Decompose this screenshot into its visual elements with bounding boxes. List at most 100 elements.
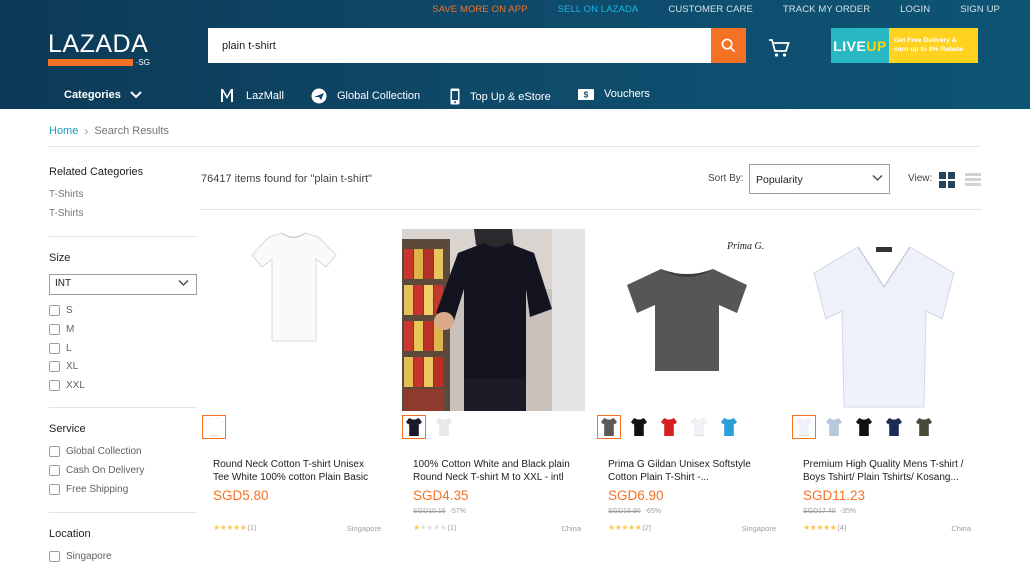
product-card[interactable]: Prima G. Prima G Gildan Unisex Softstyle… [597, 229, 780, 533]
liveup-logo: LIVE UP [833, 37, 887, 54]
checkbox[interactable] [49, 361, 60, 372]
link-customer-care[interactable]: CUSTOMER CARE [668, 4, 753, 18]
nav-global-collection[interactable]: Global Collection [311, 88, 420, 104]
size-option-xl[interactable]: XL [49, 361, 78, 372]
color-swatch[interactable] [717, 415, 741, 439]
size-option-m[interactable]: M [49, 324, 74, 335]
color-swatch[interactable] [912, 415, 936, 439]
product-image[interactable] [402, 229, 585, 411]
lazmall-icon [220, 88, 236, 103]
divider [49, 236, 197, 237]
link-login[interactable]: LOGIN [900, 4, 930, 18]
checkbox[interactable] [49, 305, 60, 316]
svg-text:$: $ [584, 90, 589, 99]
original-price: SGD17.40 [803, 508, 836, 515]
search-button[interactable] [711, 28, 746, 63]
checkbox[interactable] [49, 324, 60, 335]
size-option-l[interactable]: L [49, 343, 72, 354]
product-card[interactable]: Premium High Quality Mens T-shirt / Boys… [792, 229, 975, 533]
product-image[interactable] [792, 229, 975, 411]
product-location: Singapore [346, 524, 381, 533]
location-filter-title: Location [49, 528, 91, 540]
checkbox[interactable] [49, 446, 60, 457]
size-system-select[interactable]: INT [49, 274, 197, 295]
star-rating-icon: ★★★★★ [803, 523, 837, 532]
product-location: China [951, 524, 971, 533]
color-swatch[interactable] [432, 415, 456, 439]
breadcrumb: Home › Search Results [49, 124, 169, 138]
color-swatch[interactable] [852, 415, 876, 439]
link-sell-on-lazada[interactable]: SELL ON LAZADA [558, 4, 639, 18]
vouchers-label: Vouchers [604, 88, 650, 100]
product-rating: ★★★★★ (1) [413, 523, 457, 532]
color-swatches [402, 415, 462, 439]
nav-topup[interactable]: Top Up & eStore [450, 88, 551, 105]
related-category-link[interactable]: T-Shirts [49, 189, 83, 200]
liveup-banner[interactable]: LIVE UP Get Free Delivery & earn up to 8%… [831, 28, 978, 63]
product-original-price: SGD10.16 -57% [413, 508, 466, 515]
divider [49, 512, 197, 513]
color-swatch[interactable] [657, 415, 681, 439]
chevron-right-icon: › [84, 124, 89, 138]
product-name[interactable]: 100% Cotton White and Black plain Round … [413, 459, 581, 484]
location-option-singapore[interactable]: Singapore [49, 551, 112, 562]
size-system-value: INT [55, 278, 72, 289]
checkbox[interactable] [49, 465, 60, 476]
size-label: L [66, 343, 72, 354]
search-input[interactable] [208, 28, 711, 63]
categories-menu[interactable]: Categories [64, 89, 143, 101]
color-swatch[interactable] [202, 415, 226, 439]
service-option-cod[interactable]: Cash On Delivery [49, 465, 144, 476]
service-option-global[interactable]: Global Collection [49, 446, 142, 457]
star-rating-icon: ★★★★★ [213, 523, 247, 532]
sort-label: Sort By: [708, 173, 744, 184]
checkbox[interactable] [49, 484, 60, 495]
product-image[interactable]: Prima G. [597, 229, 780, 411]
lazada-logo[interactable]: LAZADA ·SG [48, 30, 150, 67]
chevron-down-icon [178, 280, 189, 286]
header: SAVE MORE ON APP SELL ON LAZADA CUSTOMER… [0, 0, 1030, 109]
related-category-link[interactable]: T-Shirts [49, 208, 83, 219]
color-swatch[interactable] [687, 415, 711, 439]
nav-lazmall[interactable]: LazMall [220, 88, 284, 103]
logo-wordmark: LAZADA [48, 30, 149, 58]
service-label: Free Shipping [66, 484, 129, 495]
checkbox[interactable] [49, 551, 60, 562]
product-name[interactable]: Premium High Quality Mens T-shirt / Boys… [803, 459, 971, 484]
product-card[interactable]: 100% Cotton White and Black plain Round … [402, 229, 585, 533]
color-swatch[interactable] [597, 415, 621, 439]
checkbox[interactable] [49, 343, 60, 354]
discount: -65% [644, 508, 662, 515]
color-swatches [597, 415, 747, 439]
color-swatch[interactable] [822, 415, 846, 439]
product-image[interactable] [202, 229, 385, 411]
plane-icon [311, 88, 327, 104]
breadcrumb-home[interactable]: Home [49, 125, 78, 137]
product-price: SGD4.35 [413, 488, 469, 503]
product-location: Singapore [741, 524, 776, 533]
nav-vouchers[interactable]: $ Vouchers [578, 88, 650, 100]
sort-select[interactable]: Popularity [749, 164, 890, 194]
color-swatch[interactable] [882, 415, 906, 439]
link-save-more-app[interactable]: SAVE MORE ON APP [432, 4, 527, 18]
service-option-free-shipping[interactable]: Free Shipping [49, 484, 128, 495]
product-name[interactable]: Round Neck Cotton T-shirt Unisex Tee Whi… [213, 459, 381, 484]
link-track-order[interactable]: TRACK MY ORDER [783, 4, 870, 18]
checkbox[interactable] [49, 380, 60, 391]
product-card[interactable]: Round Neck Cotton T-shirt Unisex Tee Whi… [202, 229, 385, 533]
color-swatches [792, 415, 942, 439]
grid-view-icon[interactable] [939, 172, 955, 188]
color-swatch[interactable] [402, 415, 426, 439]
service-filter-title: Service [49, 423, 86, 435]
list-view-icon[interactable] [965, 173, 981, 187]
color-swatch[interactable] [627, 415, 651, 439]
size-option-s[interactable]: S [49, 305, 73, 316]
original-price: SGD19.90 [608, 508, 641, 515]
star-rating-icon: ★★★★★ [608, 523, 642, 532]
discount: -35% [839, 508, 857, 515]
cart-button[interactable] [768, 38, 790, 63]
color-swatch[interactable] [792, 415, 816, 439]
product-name[interactable]: Prima G Gildan Unisex Softstyle Cotton P… [608, 459, 776, 484]
link-signup[interactable]: SIGN UP [960, 4, 1000, 18]
size-option-xxl[interactable]: XXL [49, 380, 85, 391]
